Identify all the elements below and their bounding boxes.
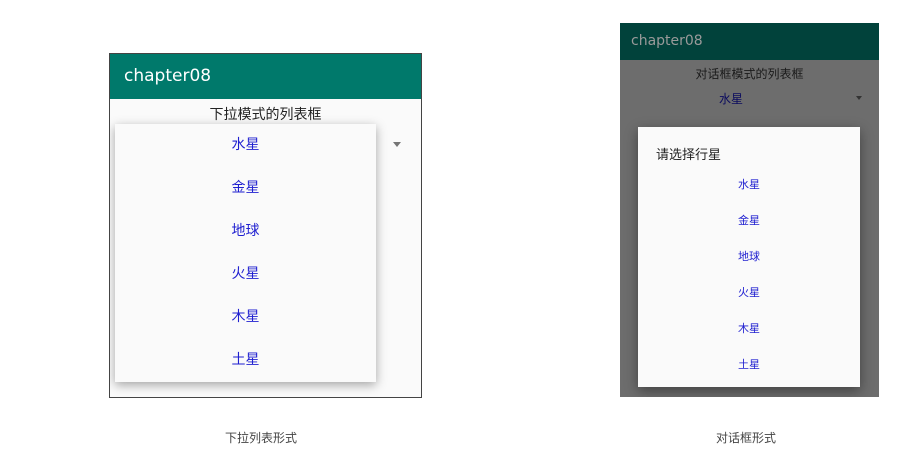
dialog-list: 水星 金星 地球 火星 木星 土星 (638, 167, 860, 383)
dialog-item-earth[interactable]: 地球 (638, 239, 860, 275)
dropdown-arrow-icon[interactable] (856, 96, 862, 100)
dropdown-phone-screen: chapter08 下拉模式的列表框 水星 金星 地球 火星 木星 土星 (109, 53, 422, 398)
dialog-item-saturn[interactable]: 土星 (638, 347, 860, 383)
dialog-item-venus[interactable]: 金星 (638, 203, 860, 239)
app-title: chapter08 (124, 66, 212, 86)
app-bar: chapter08 (620, 23, 879, 60)
dialog-phone-screen: chapter08 对话框模式的列表框 水星 请选择行星 水星 金星 地球 火星… (620, 23, 879, 397)
dialog-item-mars[interactable]: 火星 (638, 275, 860, 311)
spinner-selected-value[interactable]: 水星 (719, 90, 743, 107)
app-title: chapter08 (631, 33, 703, 49)
app-bar: chapter08 (110, 54, 421, 99)
dropdown-popup: 水星 金星 地球 火星 木星 土星 (115, 124, 376, 382)
dropdown-item-saturn[interactable]: 土星 (115, 339, 376, 382)
caption-dialog: 对话框形式 (716, 431, 777, 445)
dropdown-item-jupiter[interactable]: 木星 (115, 296, 376, 339)
planet-select-dialog: 请选择行星 水星 金星 地球 火星 木星 土星 (638, 127, 860, 387)
dropdown-item-mercury[interactable]: 水星 (115, 124, 376, 167)
dropdown-item-venus[interactable]: 金星 (115, 167, 376, 210)
dropdown-item-mars[interactable]: 火星 (115, 253, 376, 296)
dropdown-item-earth[interactable]: 地球 (115, 210, 376, 253)
spinner-label: 对话框模式的列表框 (695, 67, 804, 81)
dialog-title: 请选择行星 (656, 148, 722, 163)
spinner-label: 下拉模式的列表框 (209, 107, 322, 123)
dropdown-arrow-icon[interactable] (393, 142, 401, 147)
dialog-item-jupiter[interactable]: 木星 (638, 311, 860, 347)
caption-dropdown: 下拉列表形式 (225, 431, 298, 445)
dialog-item-mercury[interactable]: 水星 (638, 167, 860, 203)
